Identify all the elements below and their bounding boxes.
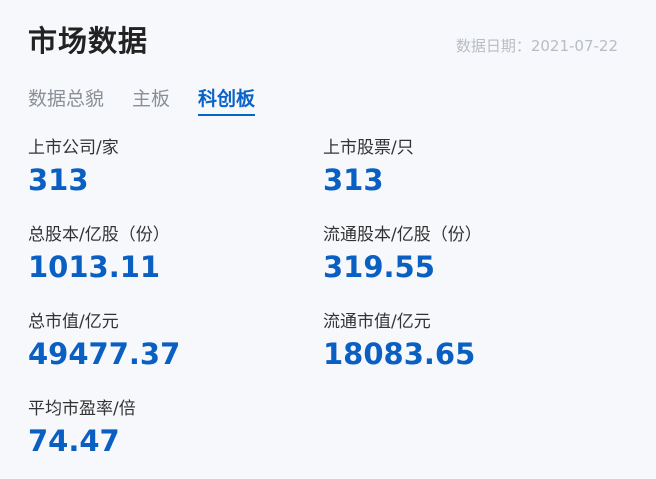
stat-label: 上市公司/家 xyxy=(28,138,119,158)
stat-total-shares: 总股本/亿股（份） 1013.11 xyxy=(28,224,318,285)
market-data-panel: 市场数据 数据日期：2021-07-22 数据总貌 主板 科创板 上市公司/家 … xyxy=(0,0,656,479)
data-date: 数据日期：2021-07-22 xyxy=(455,37,618,55)
stat-value: 49477.37 xyxy=(28,337,181,371)
stat-value: 313 xyxy=(28,163,89,197)
board-tabs: 数据总貌 主板 科创板 xyxy=(28,86,283,118)
tab-star-market[interactable]: 科创板 xyxy=(198,86,256,116)
page-title: 市场数据 xyxy=(28,24,149,58)
stat-average-pe: 平均市盈率/倍 74.47 xyxy=(28,398,318,459)
stat-value: 319.55 xyxy=(323,250,435,284)
stat-value: 74.47 xyxy=(28,424,120,458)
stat-value: 18083.65 xyxy=(323,337,476,371)
stat-listed-stocks: 上市股票/只 313 xyxy=(323,137,613,198)
stat-float-shares: 流通股本/亿股（份） 319.55 xyxy=(323,224,613,285)
stat-label: 总股本/亿股（份） xyxy=(28,225,170,245)
tab-overview[interactable]: 数据总貌 xyxy=(28,86,104,116)
stat-listed-companies: 上市公司/家 313 xyxy=(28,137,318,198)
stat-label: 平均市盈率/倍 xyxy=(28,399,136,419)
stat-label: 流通市值/亿元 xyxy=(323,312,431,332)
stat-value: 1013.11 xyxy=(28,250,161,284)
stat-label: 上市股票/只 xyxy=(323,138,414,158)
stat-label: 流通股本/亿股（份） xyxy=(323,225,482,245)
stat-float-market-cap: 流通市值/亿元 18083.65 xyxy=(323,311,613,372)
stat-value: 313 xyxy=(323,163,384,197)
stat-label: 总市值/亿元 xyxy=(28,312,119,332)
stat-total-market-cap: 总市值/亿元 49477.37 xyxy=(28,311,318,372)
tab-main-board[interactable]: 主板 xyxy=(132,86,170,116)
